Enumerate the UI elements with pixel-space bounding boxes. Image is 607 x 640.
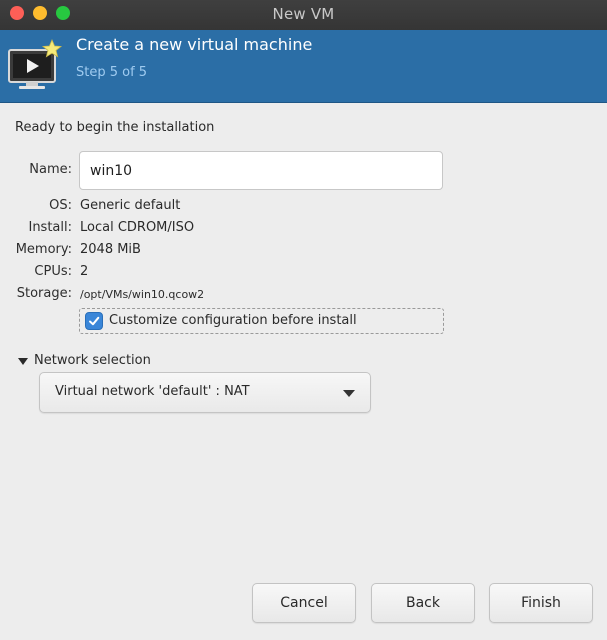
name-input[interactable] (79, 151, 443, 190)
os-value: Generic default (80, 198, 181, 213)
chevron-down-icon[interactable] (343, 390, 355, 397)
customize-label[interactable]: Customize configuration before install (109, 313, 357, 328)
os-label: OS: (49, 198, 72, 213)
customize-checkbox-row[interactable]: Customize configuration before install (79, 308, 444, 334)
back-button[interactable]: Back (371, 583, 475, 623)
cancel-button[interactable]: Cancel (252, 583, 356, 623)
new-vm-window: New VM Create a new virtual machine Step… (0, 0, 607, 640)
step-indicator: Step 5 of 5 (76, 65, 148, 80)
customize-checkbox[interactable] (85, 312, 103, 330)
vm-monitor-star-icon (8, 38, 63, 89)
network-select-dropdown[interactable]: Virtual network 'default' : NAT (39, 372, 371, 413)
name-label: Name: (29, 162, 72, 177)
cpus-label: CPUs: (34, 264, 72, 279)
install-label: Install: (28, 220, 72, 235)
title-bar: New VM (0, 0, 607, 30)
network-selection-expander[interactable]: Network selection (18, 353, 151, 368)
window-title: New VM (272, 5, 335, 23)
memory-value: 2048 MiB (80, 242, 141, 257)
install-value: Local CDROM/ISO (80, 220, 195, 235)
storage-label: Storage: (16, 286, 72, 301)
cpus-value: 2 (80, 264, 89, 279)
ready-heading: Ready to begin the installation (15, 120, 215, 135)
header-title: Create a new virtual machine (76, 35, 313, 54)
expander-arrow-down-icon[interactable] (18, 357, 28, 365)
finish-button[interactable]: Finish (489, 583, 593, 623)
header-banner: Create a new virtual machine Step 5 of 5 (0, 30, 607, 103)
memory-label: Memory: (15, 242, 72, 257)
network-selection-label[interactable]: Network selection (34, 353, 151, 368)
checkmark-icon (89, 316, 100, 326)
network-select-value[interactable]: Virtual network 'default' : NAT (55, 384, 250, 399)
storage-value: /opt/VMs/win10.qcow2 (80, 288, 205, 301)
